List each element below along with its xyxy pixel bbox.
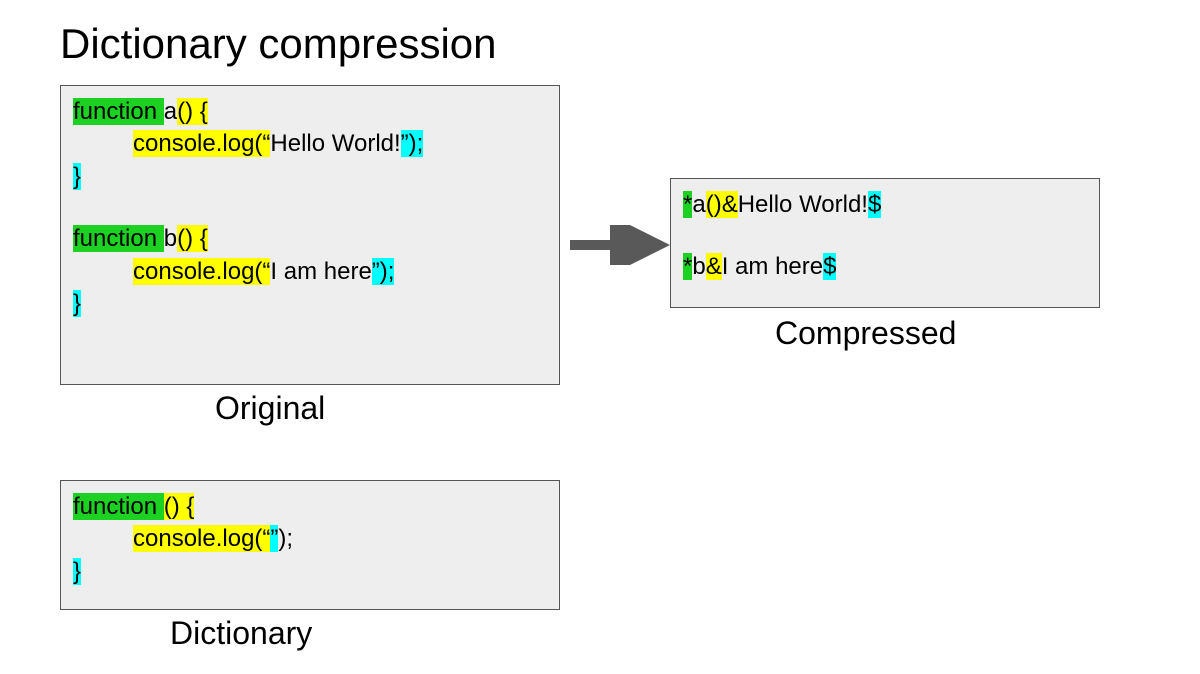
dictionary-box: function () { console.log(“”); } xyxy=(60,480,560,610)
console-log: console.log(“ xyxy=(133,258,270,285)
fn-signature: () { xyxy=(177,225,208,252)
token-dollar: $ xyxy=(823,253,836,280)
keyword-function: function xyxy=(73,493,164,520)
token-star: * xyxy=(683,191,692,218)
code-line: } xyxy=(73,288,547,320)
fn-name: a xyxy=(692,191,705,218)
console-log: console.log(“ xyxy=(133,130,270,157)
blank-line xyxy=(73,193,547,223)
payload-text: Hello World! xyxy=(270,130,400,157)
close-brace: } xyxy=(73,290,81,317)
code-line: } xyxy=(73,161,547,193)
code-line: console.log(“”); xyxy=(73,523,547,555)
code-line: *a()&Hello World!$ xyxy=(683,189,1087,221)
blank-line xyxy=(683,221,1087,251)
code-line: console.log(“Hello World!”); xyxy=(73,128,547,160)
close-brace: } xyxy=(73,558,81,585)
compressed-label: Compressed xyxy=(775,315,956,352)
original-label: Original xyxy=(215,390,325,427)
code-line: function b() { xyxy=(73,223,547,255)
code-line: function a() { xyxy=(73,96,547,128)
token-dollar: $ xyxy=(868,191,881,218)
closing-paren: ); xyxy=(278,525,293,552)
payload-text: I am here xyxy=(722,253,823,280)
code-line: } xyxy=(73,556,547,588)
code-line: *b&I am here$ xyxy=(683,251,1087,283)
fn-signature: () { xyxy=(177,98,208,125)
payload-text: I am here xyxy=(270,258,371,285)
payload-text: Hello World! xyxy=(738,191,868,218)
closing-paren: ”); xyxy=(401,130,424,157)
compressed-box: *a()&Hello World!$ *b&I am here$ xyxy=(670,178,1100,308)
token-amp: & xyxy=(722,191,738,218)
dictionary-label: Dictionary xyxy=(170,615,312,652)
code-line: console.log(“I am here”); xyxy=(73,256,547,288)
arrow-icon xyxy=(570,225,670,265)
fn-name: b xyxy=(692,253,705,280)
close-brace: } xyxy=(73,163,81,190)
code-line: function () { xyxy=(73,491,547,523)
diagram-title: Dictionary compression xyxy=(60,20,497,68)
closing-paren: ”); xyxy=(372,258,395,285)
fn-name: a xyxy=(164,98,177,125)
fn-signature: () xyxy=(706,191,722,218)
console-log: console.log(“ xyxy=(133,525,270,552)
token-star: * xyxy=(683,253,692,280)
keyword-function: function xyxy=(73,98,164,125)
original-code-box: function a() { console.log(“Hello World!… xyxy=(60,85,560,385)
keyword-function: function xyxy=(73,225,164,252)
token-amp: & xyxy=(706,253,722,280)
fn-name: b xyxy=(164,225,177,252)
fn-signature: () { xyxy=(164,493,195,520)
